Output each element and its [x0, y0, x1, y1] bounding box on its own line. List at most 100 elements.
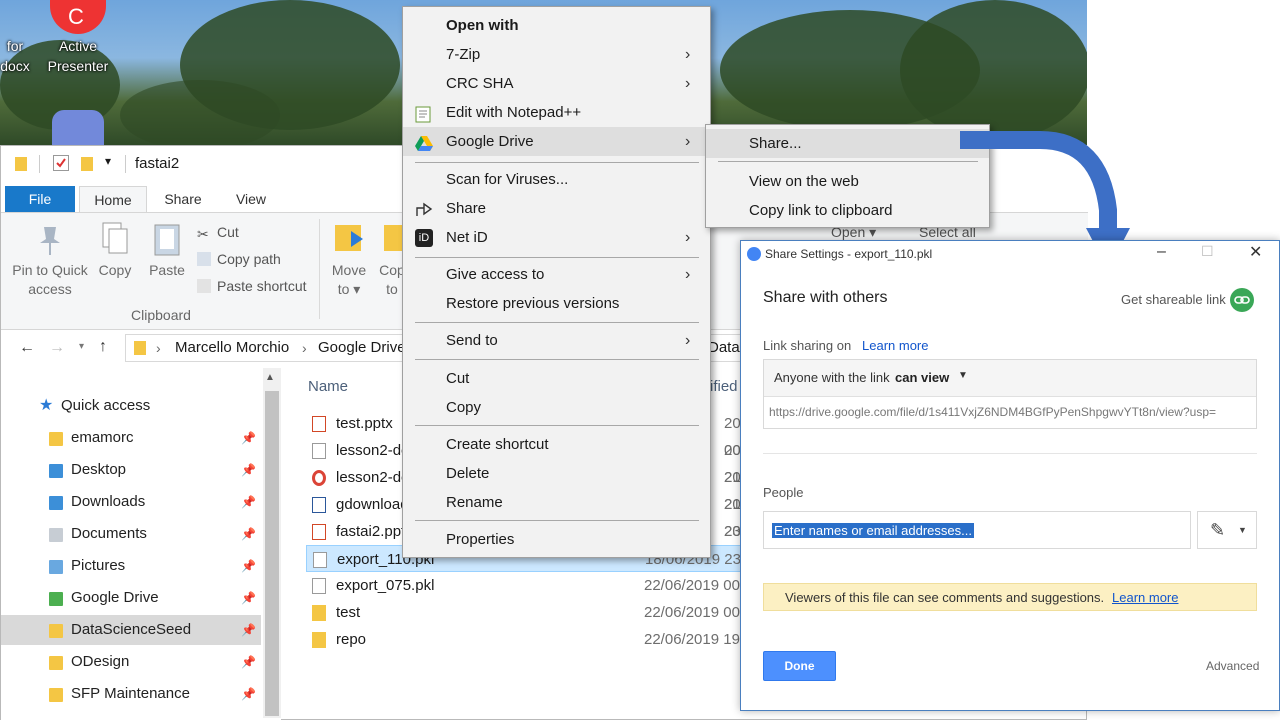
breadcrumb-item[interactable]: Google Drive [318, 339, 406, 356]
breadcrumb-item[interactable]: Marcello Morchio [175, 339, 289, 356]
menu-item-scan-viruses[interactable]: Scan for Viruses... [403, 165, 710, 194]
copy-path-button[interactable]: Copy path [197, 248, 281, 270]
people-placeholder: Enter names or email addresses... [772, 523, 974, 538]
paste-shortcut-button[interactable]: Paste shortcut [197, 275, 307, 297]
menu-item-properties[interactable]: Properties [403, 525, 710, 554]
pin-icon: 📌 [241, 527, 256, 541]
file-row[interactable]: repo 22/06/2019 19 [306, 626, 746, 653]
discord-icon[interactable] [52, 110, 104, 150]
nav-item-documents[interactable]: Documents 📌 [1, 519, 261, 549]
nav-quick-access[interactable]: ★ Quick access [1, 391, 261, 421]
move-to-icon [333, 221, 365, 257]
nav-item-google-drive[interactable]: Google Drive 📌 [1, 583, 261, 613]
maximize-icon[interactable]: ☐ [1201, 243, 1214, 260]
menu-separator [415, 322, 699, 323]
menu-item-delete[interactable]: Delete [403, 459, 710, 488]
executable-file-icon [312, 497, 326, 513]
nav-item-sfp-maintenance[interactable]: SFP Maintenance 📌 [1, 679, 261, 709]
pin-label-line1: Pin to Quick [12, 262, 88, 278]
close-icon[interactable]: ✕ [1249, 242, 1262, 262]
nav-item-desktop[interactable]: Desktop 📌 [1, 455, 261, 485]
scroll-up-icon[interactable]: ▲ [265, 372, 275, 383]
nav-item-pictures[interactable]: Pictures 📌 [1, 551, 261, 581]
notice-banner: Viewers of this file can see comments an… [763, 583, 1257, 611]
file-name: export_075.pkl [336, 577, 435, 594]
nav-item-odesign[interactable]: ODesign 📌 [1, 647, 261, 677]
share-url: https://drive.google.com/file/d/1s411Vxj… [769, 405, 1216, 419]
menu-item-send-to[interactable]: Send to › [403, 326, 710, 355]
link-icon[interactable] [1230, 288, 1254, 312]
paste-button[interactable]: Paste [139, 221, 195, 280]
copy-path-label: Copy path [217, 251, 281, 267]
minimize-icon[interactable]: – [1157, 243, 1166, 261]
permission-dropdown[interactable]: ✎ ▼ [1197, 511, 1257, 549]
nav-scrollbar-thumb[interactable] [265, 391, 279, 716]
nav-item-emamorc[interactable]: emamorc 📌 [1, 423, 261, 453]
access-dropdown[interactable]: Anyone with the link can view ▼ [764, 360, 1256, 397]
chevron-right-icon: › [685, 46, 691, 63]
people-input[interactable]: Enter names or email addresses... [763, 511, 1191, 549]
learn-more-link[interactable]: Learn more [862, 338, 928, 353]
submenu-item-share[interactable]: Share... [706, 129, 989, 158]
forward-arrow-icon[interactable]: → [49, 339, 65, 357]
recent-dropdown-icon[interactable]: ▾ [79, 341, 84, 352]
done-button[interactable]: Done [763, 651, 836, 681]
nav-item-downloads[interactable]: Downloads 📌 [1, 487, 261, 517]
access-prefix: Anyone with the link [774, 370, 890, 385]
downloads-folder-icon [49, 496, 63, 510]
menu-item-create-shortcut[interactable]: Create shortcut [403, 430, 710, 459]
pin-icon: 📌 [241, 431, 256, 445]
share-url-field[interactable]: https://drive.google.com/file/d/1s411Vxj… [764, 396, 1256, 428]
file-row[interactable]: test 22/06/2019 00 [306, 599, 746, 626]
tab-home[interactable]: Home [79, 186, 147, 213]
cut-button[interactable]: ✂ Cut [197, 221, 239, 243]
move-to-button[interactable]: Move to ▾ [321, 221, 377, 299]
menu-item-restore-versions[interactable]: Restore previous versions [403, 289, 710, 318]
menu-item-edit-notepadpp[interactable]: Edit with Notepad++ [403, 98, 710, 127]
menu-item-crc-sha[interactable]: CRC SHA › [403, 69, 710, 98]
active-presenter-icon[interactable]: C [50, 0, 106, 34]
menu-item-share[interactable]: Share [403, 194, 710, 223]
submenu-item-copy-link[interactable]: Copy link to clipboard [706, 196, 989, 225]
up-arrow-icon[interactable]: ↑ [99, 338, 107, 356]
menu-item-7zip[interactable]: 7-Zip › [403, 40, 710, 69]
menu-item-label: Restore previous versions [446, 295, 620, 312]
nav-item-label: emamorc [71, 429, 134, 446]
advanced-link[interactable]: Advanced [1206, 659, 1259, 673]
folder-icon [49, 656, 63, 670]
tab-view[interactable]: View [219, 186, 283, 212]
desktop-icon-docx[interactable]: for docx [0, 36, 30, 76]
back-arrow-icon[interactable]: ← [19, 339, 35, 357]
menu-separator [415, 162, 699, 163]
breadcrumb-separator: › [156, 340, 161, 356]
tab-file[interactable]: File [5, 186, 75, 212]
nav-item-label: SFP Maintenance [71, 685, 190, 702]
copy-to-icon [382, 221, 402, 257]
copy-button[interactable]: Copy [87, 221, 143, 280]
divider [125, 155, 126, 173]
tab-share[interactable]: Share [151, 186, 215, 212]
get-shareable-link[interactable]: Get shareable link [1121, 292, 1226, 307]
breadcrumb-separator: › [302, 340, 307, 356]
menu-item-net-id[interactable]: iD Net iD › [403, 223, 710, 252]
menu-item-give-access[interactable]: Give access to › [403, 260, 710, 289]
menu-item-rename[interactable]: Rename [403, 488, 710, 517]
column-header-modified[interactable]: ified [710, 378, 738, 395]
properties-icon[interactable] [53, 155, 69, 171]
desktop-icon-active-presenter[interactable]: Active Presenter [38, 36, 118, 76]
menu-item-google-drive[interactable]: Google Drive › [403, 127, 710, 156]
submenu-item-view-web[interactable]: View on the web [706, 167, 989, 196]
menu-item-open-with[interactable]: Open with [403, 11, 710, 40]
pin-to-quick-access-button[interactable]: Pin to Quick access [9, 221, 91, 299]
nav-item-datascienceseed[interactable]: DataScienceSeed 📌 [1, 615, 261, 645]
menu-item-label: Properties [446, 531, 515, 548]
new-folder-icon[interactable] [81, 157, 93, 171]
menu-item-copy[interactable]: Copy [403, 393, 710, 422]
file-row[interactable]: export_075.pkl 22/06/2019 00 [306, 572, 746, 599]
menu-item-label: Open with [446, 17, 519, 34]
column-header-name[interactable]: Name [308, 378, 348, 395]
menu-item-cut[interactable]: Cut [403, 364, 710, 393]
customize-toolbar-icon[interactable]: ▾ [105, 154, 111, 168]
notice-learn-more-link[interactable]: Learn more [1112, 590, 1178, 605]
link-sharing-status: Link sharing on [763, 338, 852, 353]
